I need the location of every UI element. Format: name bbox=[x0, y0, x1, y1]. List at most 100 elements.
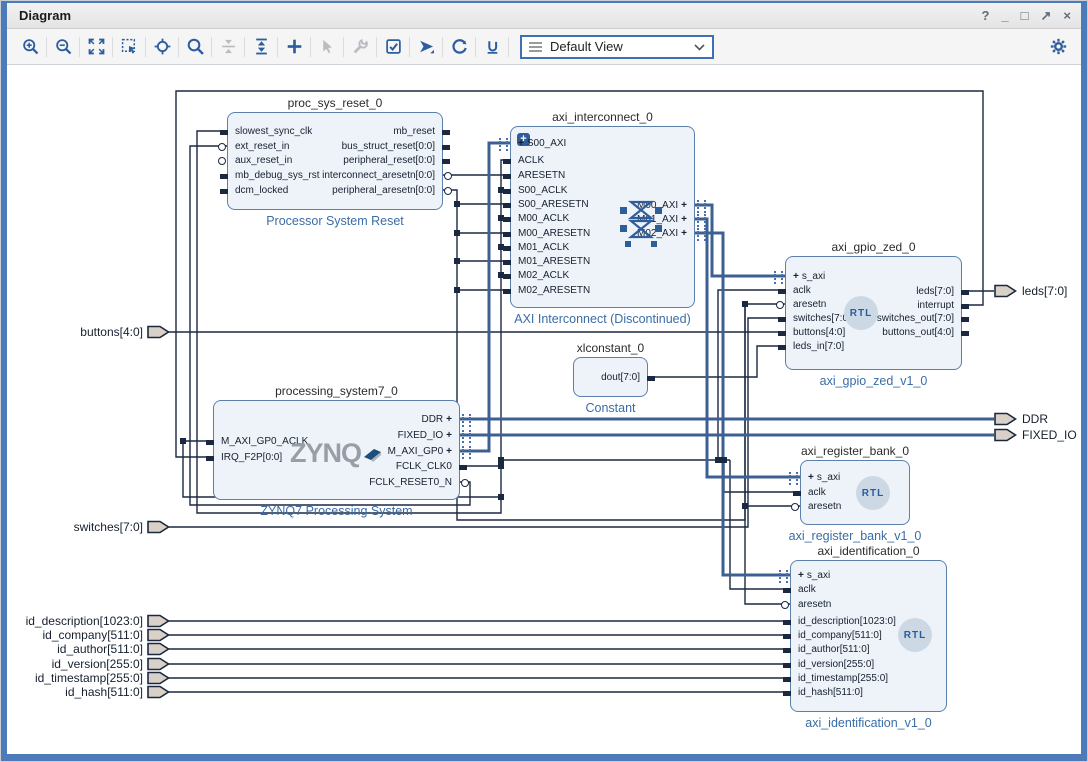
pin-stub[interactable] bbox=[442, 130, 450, 135]
block-proc_sys_reset_0[interactable]: proc_sys_reset_0Processor System Resetsl… bbox=[227, 112, 443, 210]
port-axi_gpio_zed_0-interrupt[interactable]: interrupt bbox=[917, 300, 954, 312]
reset-pin[interactable] bbox=[218, 157, 226, 165]
external-port-ddr[interactable]: DDR bbox=[994, 412, 1048, 426]
pin-stub[interactable] bbox=[783, 663, 791, 668]
port-axi_interconnect_0-m02_aresetn[interactable]: M02_ARESETN bbox=[518, 285, 590, 297]
pin-stub[interactable] bbox=[783, 648, 791, 653]
port-processing_system7_0-irq_f2p00[interactable]: IRQ_F2P[0:0] bbox=[221, 452, 282, 464]
expand-port-icon[interactable]: + bbox=[446, 430, 452, 441]
zoom-in-icon[interactable] bbox=[17, 34, 43, 60]
title-bar[interactable]: Diagram ?_□↗× bbox=[7, 3, 1081, 29]
block-axi_identification_0[interactable]: axi_identification_0axi_identification_v… bbox=[790, 560, 947, 712]
port-axi_register_bank_0-aclk[interactable]: aclk bbox=[808, 487, 826, 499]
pin-stub[interactable] bbox=[220, 130, 228, 135]
port-axi_interconnect_0-m01_aclk[interactable]: M01_ACLK bbox=[518, 242, 569, 254]
port-axi_register_bank_0-s_axi[interactable]: +s_axi bbox=[808, 472, 840, 484]
port-proc_sys_reset_0-mb_debug_sys_rst[interactable]: mb_debug_sys_rst bbox=[235, 170, 320, 182]
port-axi_interconnect_0-m00_aclk[interactable]: M00_ACLK bbox=[518, 213, 569, 225]
port-axi_gpio_zed_0-s_axi[interactable]: +s_axi bbox=[793, 271, 825, 283]
port-axi_gpio_zed_0-buttons_out40[interactable]: buttons_out[4:0] bbox=[882, 327, 954, 339]
block-xlconstant_0[interactable]: xlconstant_0Constantdout[7:0] bbox=[573, 357, 648, 397]
port-proc_sys_reset_0-aux_reset_in[interactable]: aux_reset_in bbox=[235, 155, 292, 167]
external-port-id_description10230[interactable]: id_description[1023:0] bbox=[0, 614, 170, 628]
pin-stub[interactable] bbox=[503, 203, 511, 208]
reset-pin[interactable] bbox=[791, 503, 799, 511]
port-axi_identification_0-id_hash5110[interactable]: id_hash[511:0] bbox=[798, 687, 863, 699]
pin-stub[interactable] bbox=[778, 289, 786, 294]
port-axi_identification_0-aclk[interactable]: aclk bbox=[798, 584, 816, 596]
pin-stub[interactable] bbox=[961, 290, 969, 295]
pin-stub[interactable] bbox=[503, 246, 511, 251]
port-axi_interconnect_0-m00_aresetn[interactable]: M00_ARESETN bbox=[518, 228, 590, 240]
reset-pin[interactable] bbox=[781, 601, 789, 609]
expand-port-icon[interactable]: + bbox=[681, 214, 687, 225]
expand-hierarchy-icon[interactable] bbox=[248, 34, 274, 60]
port-axi_interconnect_0-s00_aresetn[interactable]: S00_ARESETN bbox=[518, 199, 589, 211]
maximize-button[interactable]: □ bbox=[1021, 7, 1029, 25]
port-axi_identification_0-id_timestamp2550[interactable]: id_timestamp[255:0] bbox=[798, 673, 888, 685]
port-proc_sys_reset_0-peripheral_reset00[interactable]: peripheral_reset[0:0] bbox=[343, 155, 435, 167]
pin-stub[interactable] bbox=[206, 456, 214, 461]
interface-pin-connector[interactable] bbox=[697, 200, 706, 213]
zoom-to-selection-icon[interactable] bbox=[116, 34, 142, 60]
port-axi_gpio_zed_0-leds70[interactable]: leds[7:0] bbox=[916, 286, 954, 298]
port-processing_system7_0-m_axi_gp0[interactable]: M_AXI_GP0+ bbox=[388, 446, 452, 458]
reset-pin[interactable] bbox=[444, 187, 452, 195]
external-port-fixed_io[interactable]: FIXED_IO bbox=[994, 428, 1077, 442]
reset-pin[interactable] bbox=[218, 143, 226, 151]
external-port-buttons40[interactable]: buttons[4:0] bbox=[0, 325, 170, 339]
interface-pin-connector[interactable] bbox=[697, 228, 706, 241]
settings-gear-icon[interactable] bbox=[1045, 34, 1071, 60]
validate-design-icon[interactable] bbox=[380, 34, 406, 60]
minimize-button[interactable]: _ bbox=[1001, 7, 1008, 25]
reset-pin[interactable] bbox=[461, 479, 469, 487]
port-proc_sys_reset_0-interconnect_aresetn00[interactable]: interconnect_aresetn[0:0] bbox=[322, 170, 435, 182]
pin-stub[interactable] bbox=[961, 304, 969, 309]
port-axi_gpio_zed_0-aclk[interactable]: aclk bbox=[793, 285, 811, 297]
float-button[interactable]: ↗ bbox=[1041, 7, 1052, 25]
port-axi_gpio_zed_0-leds_in70[interactable]: leds_in[7:0] bbox=[793, 341, 844, 353]
pin-stub[interactable] bbox=[503, 274, 511, 279]
add-ip-icon[interactable] bbox=[281, 34, 307, 60]
pin-stub[interactable] bbox=[220, 189, 228, 194]
pin-stub[interactable] bbox=[220, 174, 228, 179]
pin-stub[interactable] bbox=[783, 588, 791, 593]
port-axi_register_bank_0-aresetn[interactable]: aresetn bbox=[808, 501, 841, 513]
port-xlconstant_0-dout70[interactable]: dout[7:0] bbox=[601, 372, 640, 384]
port-proc_sys_reset_0-mb_reset[interactable]: mb_reset bbox=[393, 126, 435, 138]
pin-stub[interactable] bbox=[503, 189, 511, 194]
zoom-fit-icon[interactable] bbox=[83, 34, 109, 60]
external-port-id_hash5110[interactable]: id_hash[511:0] bbox=[0, 685, 170, 699]
port-processing_system7_0-ddr[interactable]: DDR+ bbox=[421, 414, 452, 426]
interface-pin-connector[interactable] bbox=[789, 472, 798, 485]
pin-stub[interactable] bbox=[778, 317, 786, 322]
external-port-id_author5110[interactable]: id_author[511:0] bbox=[0, 642, 170, 656]
external-port-leds70[interactable]: leds[7:0] bbox=[994, 284, 1067, 298]
port-proc_sys_reset_0-dcm_locked[interactable]: dcm_locked bbox=[235, 185, 288, 197]
pin-stub[interactable] bbox=[503, 217, 511, 222]
port-processing_system7_0-fclk_reset0_n[interactable]: FCLK_RESET0_N bbox=[369, 477, 452, 489]
pin-stub[interactable] bbox=[783, 634, 791, 639]
port-processing_system7_0-fixed_io[interactable]: FIXED_IO+ bbox=[398, 430, 452, 442]
port-axi_identification_0-id_author5110[interactable]: id_author[511:0] bbox=[798, 644, 870, 656]
port-axi_interconnect_0-aresetn[interactable]: ARESETN bbox=[518, 170, 565, 182]
external-port-switches70[interactable]: switches[7:0] bbox=[0, 520, 170, 534]
port-axi_interconnect_0-m01_aresetn[interactable]: M01_ARESETN bbox=[518, 256, 590, 268]
expand-port-icon[interactable]: + bbox=[793, 271, 799, 282]
find-icon[interactable] bbox=[182, 34, 208, 60]
pin-stub[interactable] bbox=[961, 317, 969, 322]
pin-stub[interactable] bbox=[961, 331, 969, 336]
pin-stub[interactable] bbox=[442, 159, 450, 164]
interface-pin-connector[interactable] bbox=[499, 138, 508, 151]
port-axi_interconnect_0-aclk[interactable]: ACLK bbox=[518, 155, 544, 167]
port-processing_system7_0-fclk_clk0[interactable]: FCLK_CLK0 bbox=[396, 461, 452, 473]
pin-stub[interactable] bbox=[793, 491, 801, 496]
interface-pin-connector[interactable] bbox=[697, 214, 706, 227]
port-axi_gpio_zed_0-switches_out70[interactable]: switches_out[7:0] bbox=[877, 313, 954, 325]
external-port-id_company5110[interactable]: id_company[511:0] bbox=[0, 628, 170, 642]
interface-pin-connector[interactable] bbox=[774, 271, 783, 284]
port-axi_gpio_zed_0-buttons40[interactable]: buttons[4:0] bbox=[793, 327, 845, 339]
port-axi_identification_0-aresetn[interactable]: aresetn bbox=[798, 599, 831, 611]
pin-stub[interactable] bbox=[783, 677, 791, 682]
expand-port-icon[interactable]: + bbox=[446, 446, 452, 457]
